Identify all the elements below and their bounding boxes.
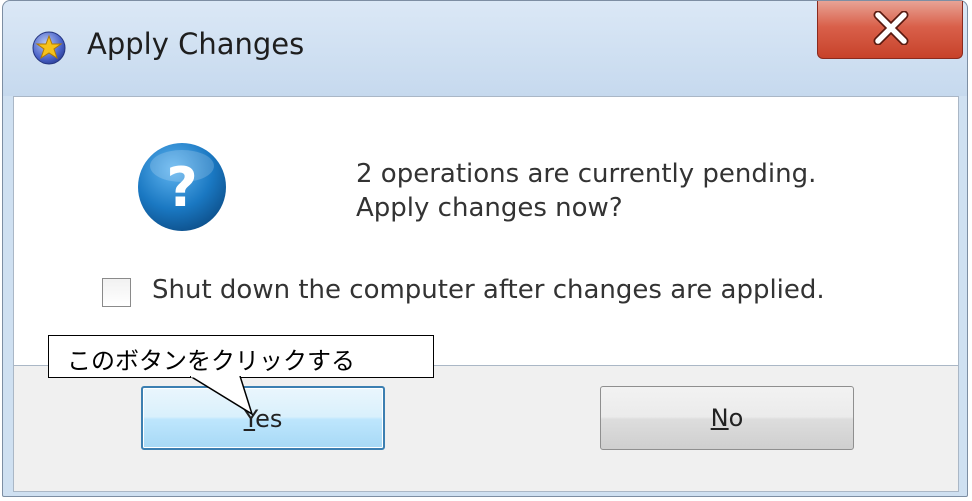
message-line-1: 2 operations are currently pending.: [356, 159, 817, 189]
shutdown-checkbox-label[interactable]: Shut down the computer after changes are…: [152, 275, 825, 305]
title-bar[interactable]: Apply Changes: [3, 1, 967, 96]
apply-changes-dialog: Apply Changes ? 2 operations are current…: [2, 0, 968, 497]
star-shield-icon: [32, 31, 66, 65]
dialog-message: 2 operations are currently pending. Appl…: [356, 157, 816, 225]
callout-pointer: [190, 376, 254, 416]
question-mark-icon: ?: [138, 143, 226, 231]
yes-button[interactable]: Yes: [141, 386, 385, 450]
svg-text:?: ?: [166, 156, 197, 219]
no-button[interactable]: No: [600, 386, 854, 450]
close-button[interactable]: [817, 1, 963, 59]
annotation-callout: このボタンをクリックする: [48, 335, 434, 378]
callout-text: このボタンをクリックする: [67, 347, 355, 375]
shutdown-checkbox[interactable]: [102, 278, 131, 307]
window-title: Apply Changes: [87, 27, 305, 61]
no-mnemonic: N: [710, 404, 729, 432]
dialog-content: ? 2 operations are currently pending. Ap…: [13, 96, 959, 366]
button-bar: Yes No: [13, 366, 959, 492]
no-label-rest: o: [728, 404, 744, 432]
close-x-icon: [873, 11, 909, 45]
message-line-2: Apply changes now?: [356, 193, 623, 223]
